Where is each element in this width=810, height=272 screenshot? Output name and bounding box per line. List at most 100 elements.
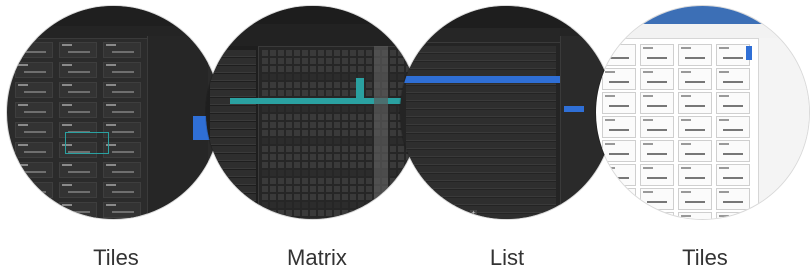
scroll-thumb[interactable]	[746, 46, 752, 60]
matrix-cell	[350, 194, 356, 200]
matrix-cell	[294, 170, 300, 176]
tile-title	[605, 215, 615, 217]
matrix-cell	[294, 74, 300, 80]
tile-text	[24, 191, 46, 193]
tile-text	[647, 105, 667, 107]
row-label	[210, 170, 256, 177]
matrix-cell	[286, 82, 292, 88]
matrix-cell	[270, 90, 276, 96]
matrix-cell	[334, 178, 340, 184]
tile	[103, 202, 141, 218]
matrix-cell	[318, 82, 324, 88]
matrix-cell	[390, 170, 396, 176]
matrix-cell	[278, 194, 284, 200]
tile-title	[18, 204, 28, 206]
row-label	[210, 202, 256, 209]
matrix-cell	[398, 178, 404, 184]
tile-title	[106, 184, 116, 186]
matrix-cell	[350, 170, 356, 176]
matrix-cell	[278, 50, 284, 56]
matrix-cell	[398, 146, 404, 152]
tile-title	[106, 204, 116, 206]
plus-icon[interactable]: +	[470, 210, 477, 217]
matrix-cell	[310, 50, 316, 56]
tile-text	[685, 81, 705, 83]
matrix-cell	[342, 210, 348, 216]
matrix-cell	[262, 154, 268, 160]
row-label	[210, 58, 256, 65]
matrix-cell	[366, 194, 372, 200]
tile-title	[719, 191, 729, 193]
matrix-cell	[286, 154, 292, 160]
matrix-cell	[302, 170, 308, 176]
matrix-cell	[350, 162, 356, 168]
matrix-cell	[270, 66, 276, 72]
tile-text	[609, 57, 629, 59]
toolbar	[596, 24, 809, 39]
matrix-cell	[334, 218, 340, 219]
matrix-cell	[318, 210, 324, 216]
tile-text	[112, 211, 134, 213]
matrix-cell	[270, 146, 276, 152]
matrix-cell	[326, 186, 332, 192]
tile-title	[643, 47, 653, 49]
matrix-cell	[310, 202, 316, 208]
matrix-cell	[342, 66, 348, 72]
selected-row[interactable]	[400, 76, 560, 83]
matrix-cell	[302, 122, 308, 128]
list-row	[406, 86, 556, 93]
matrix-cell	[310, 82, 316, 88]
row-label	[210, 138, 256, 145]
matrix-cell	[270, 122, 276, 128]
tile	[716, 92, 750, 114]
matrix-cell	[358, 202, 364, 208]
matrix-cell	[334, 66, 340, 72]
matrix-cell	[302, 74, 308, 80]
matrix-cell	[342, 146, 348, 152]
selected-tile[interactable]	[65, 132, 109, 154]
tile-title	[18, 164, 28, 166]
matrix-cell	[262, 90, 268, 96]
matrix-cell	[366, 186, 372, 192]
matrix-cell	[302, 162, 308, 168]
matrix-cell	[302, 106, 308, 112]
tile-title	[18, 184, 28, 186]
matrix-cell	[278, 106, 284, 112]
tile	[602, 212, 636, 219]
matrix-cell	[374, 218, 380, 219]
list-row	[406, 126, 556, 133]
tile-title	[62, 84, 72, 86]
matrix-cell	[270, 186, 276, 192]
matrix-cell	[294, 138, 300, 144]
matrix-cell	[262, 194, 268, 200]
matrix-cell	[390, 82, 396, 88]
matrix-cell	[398, 66, 404, 72]
matrix-cell	[398, 154, 404, 160]
tile	[15, 42, 53, 58]
matrix-cell	[342, 50, 348, 56]
tile-title	[643, 95, 653, 97]
matrix-cell	[366, 66, 372, 72]
matrix-cell	[326, 58, 332, 64]
matrix-cell	[270, 82, 276, 88]
matrix-cell	[334, 130, 340, 136]
matrix-cell	[390, 138, 396, 144]
matrix-cell	[366, 114, 372, 120]
tile-text	[685, 129, 705, 131]
matrix-cell	[326, 210, 332, 216]
tile-title	[719, 47, 729, 49]
tile	[15, 62, 53, 78]
matrix-cell	[366, 154, 372, 160]
tile	[678, 212, 712, 219]
matrix-cell	[310, 186, 316, 192]
matrix-cell	[278, 162, 284, 168]
tile	[59, 182, 97, 198]
matrix-cell	[318, 178, 324, 184]
tile-text	[112, 151, 134, 153]
matrix-cell	[310, 218, 316, 219]
matrix-cell	[270, 130, 276, 136]
matrix-cell	[278, 154, 284, 160]
matrix-cell	[310, 210, 316, 216]
matrix-cell	[350, 154, 356, 160]
tile	[716, 212, 750, 219]
